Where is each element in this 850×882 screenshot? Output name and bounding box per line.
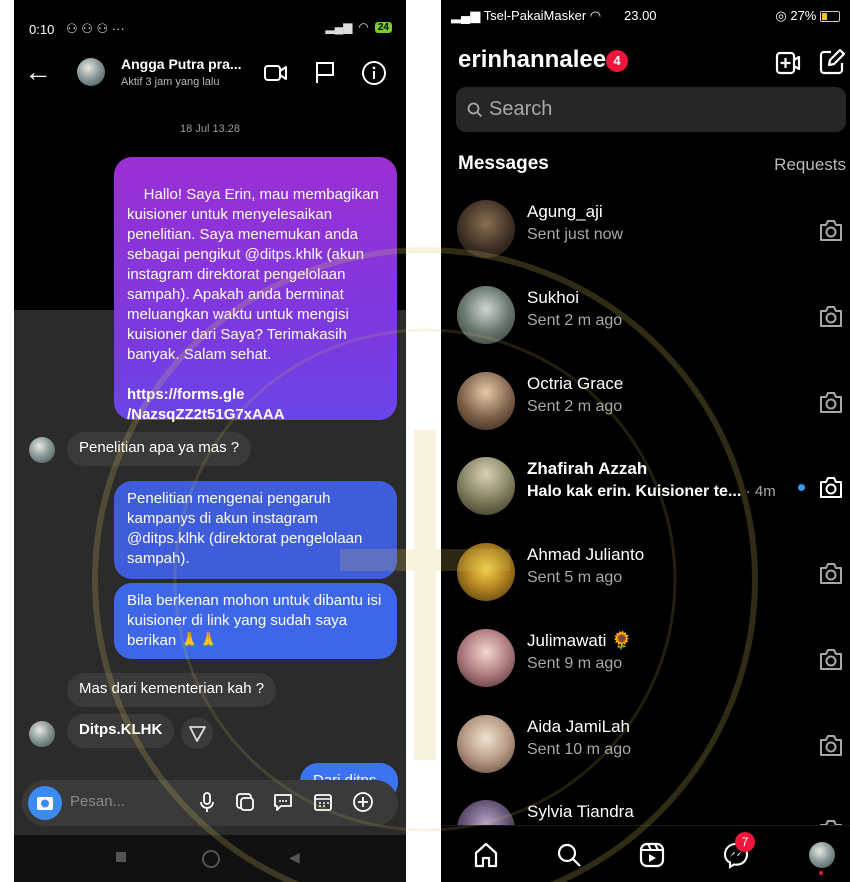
battery-indicator: 24: [374, 21, 392, 33]
video-chat-icon[interactable]: [774, 49, 802, 77]
thread-avatar[interactable]: [457, 543, 515, 601]
thread-row[interactable]: Aida JamiLah Sent 10 m ago: [441, 715, 850, 801]
status-bar: 0:10 ⚇ ⚇ ⚇ ··· ▂▄▆ ◠ 24: [14, 0, 406, 56]
status-time: 23.00: [624, 8, 657, 23]
status-time: 0:10: [29, 22, 55, 37]
shared-profile-bubble[interactable]: Ditps.KLHK: [67, 714, 175, 748]
status-right: ▂▄▆ ◠ 24: [325, 20, 392, 34]
received-message-bubble[interactable]: Penelitian apa ya mas ?: [67, 432, 252, 466]
android-nav-bar: ◀: [14, 835, 406, 882]
thread-avatar[interactable]: [457, 372, 515, 430]
thread-name: Sukhoi: [527, 288, 579, 307]
reels-icon[interactable]: [637, 840, 667, 870]
battery-indicator: ◎ 27%: [775, 8, 840, 24]
thread-camera-icon[interactable]: [817, 645, 845, 673]
date-stamp: 18 Jul 13.28: [180, 123, 240, 135]
profile-avatar-icon[interactable]: [809, 842, 835, 868]
thread-camera-icon[interactable]: [817, 559, 845, 587]
search-bar[interactable]: Search: [456, 87, 846, 132]
thread-name: Aida JamiLah: [527, 717, 631, 736]
requests-link[interactable]: Requests: [774, 155, 846, 175]
thread-preview: Sent just now: [527, 226, 624, 243]
add-icon[interactable]: [352, 791, 374, 813]
signal-icon: ▂▄▆: [325, 20, 353, 34]
message-text: Hallo! Saya Erin, mau membagikan kuision…: [127, 186, 383, 363]
calendar-icon[interactable]: [312, 791, 334, 813]
notification-icons: ⚇ ⚇ ⚇ ···: [66, 21, 125, 36]
thread-name: Zhafirah Azzah: [527, 459, 648, 478]
video-call-icon[interactable]: [263, 60, 289, 86]
back-button[interactable]: ◀: [289, 849, 300, 866]
thread-camera-icon[interactable]: [817, 731, 845, 759]
thread-row[interactable]: Julimawati 🌻 Sent 9 m ago: [441, 629, 850, 715]
thread-name: Sylvia Tiandra: [527, 802, 634, 821]
home-icon[interactable]: [471, 840, 501, 870]
thread-preview: Sent 10 m ago: [527, 741, 632, 758]
thread-row[interactable]: Zhafirah Azzah Halo kak erin. Kuisioner t…: [441, 457, 850, 543]
account-username[interactable]: erinhannalee: [458, 46, 606, 74]
unread-dot: [798, 484, 805, 491]
thread-camera-icon[interactable]: [817, 302, 845, 330]
compose-icon[interactable]: [818, 48, 846, 76]
thread-name: Ahmad Julianto: [527, 545, 645, 564]
home-button[interactable]: [202, 850, 220, 868]
thread-name: Agung_aji: [527, 202, 603, 221]
sent-message-bubble[interactable]: Bila berkenan mohon untuk dibantu isi ku…: [114, 583, 397, 659]
thread-avatar[interactable]: [457, 457, 515, 515]
received-message-bubble[interactable]: Mas dari kementerian kah ?: [67, 673, 277, 707]
thread-avatar[interactable]: [457, 200, 515, 258]
thread-row[interactable]: Agung_aji Sent just now: [441, 200, 850, 286]
thread-avatar[interactable]: [457, 629, 515, 687]
bottom-nav: 7: [441, 825, 850, 882]
thread-name: Octria Grace: [527, 374, 624, 393]
forward-icon[interactable]: [181, 717, 213, 749]
info-icon[interactable]: [361, 60, 387, 86]
thread-preview: Halo kak erin. Kuisioner te... · 4m: [527, 483, 776, 500]
recent-apps-button[interactable]: [116, 852, 126, 862]
contact-small-avatar: [29, 437, 55, 463]
contact-small-avatar: [29, 721, 55, 747]
message-input[interactable]: Pesan...: [70, 793, 125, 810]
status-bar: ▂▄▆ Tsel-PakaiMasker ◠ 23.00 ◎ 27%: [441, 0, 850, 30]
account-notification-badge: 4: [606, 50, 628, 72]
message-composer[interactable]: Pesan...: [22, 780, 398, 826]
thread-avatar[interactable]: [457, 715, 515, 773]
back-arrow-icon[interactable]: ←: [24, 58, 52, 86]
thread-preview: Sent 2 m ago: [527, 398, 623, 415]
sent-message-bubble[interactable]: Hallo! Saya Erin, mau membagikan kuision…: [114, 157, 397, 423]
search-nav-icon[interactable]: [554, 840, 584, 870]
search-icon: [467, 102, 483, 118]
thread-preview: Sent 9 m ago: [527, 655, 623, 672]
sticker-icon[interactable]: [272, 791, 294, 813]
thread-camera-icon[interactable]: [817, 216, 845, 244]
wifi-icon: ◠: [358, 20, 369, 34]
search-input[interactable]: Search: [489, 98, 552, 121]
contact-active-status: Aktif 3 jam yang lalu: [121, 76, 220, 88]
thread-avatar[interactable]: [457, 286, 515, 344]
sent-message-bubble[interactable]: Penelitian mengenai pengaruh kampanys di…: [114, 481, 397, 579]
profile-activity-dot: [819, 871, 823, 875]
thread-row[interactable]: Octria Grace Sent 2 m ago: [441, 372, 850, 458]
message-link[interactable]: https://forms.gle /NazsqZZ2t51G7xAAA: [127, 386, 285, 423]
thread-time: · 4m: [745, 483, 776, 500]
thread-row[interactable]: Sukhoi Sent 2 m ago: [441, 286, 850, 372]
thread-camera-icon[interactable]: [817, 388, 845, 416]
thread-preview: Sent 5 m ago: [527, 569, 623, 586]
contact-avatar[interactable]: [77, 58, 105, 86]
carrier-label: ▂▄▆ Tsel-PakaiMasker ◠: [451, 8, 602, 23]
chat-screen: 0:10 ⚇ ⚇ ⚇ ··· ▂▄▆ ◠ 24 ← Angga Putra pr…: [14, 0, 406, 882]
camera-icon[interactable]: [28, 786, 62, 820]
thread-name: Julimawati 🌻: [527, 631, 633, 650]
thread-row[interactable]: Ahmad Julianto Sent 5 m ago: [441, 543, 850, 629]
thread-camera-icon[interactable]: [817, 473, 845, 501]
thread-preview: Sent 2 m ago: [527, 312, 623, 329]
microphone-icon[interactable]: [196, 791, 218, 813]
chat-header: ← Angga Putra pra... Aktif 3 jam yang la…: [14, 52, 406, 98]
inbox-screen: ▂▄▆ Tsel-PakaiMasker ◠ 23.00 ◎ 27% erinh…: [441, 0, 850, 882]
messenger-badge: 7: [735, 832, 755, 852]
report-flag-icon[interactable]: [312, 60, 338, 86]
contact-name[interactable]: Angga Putra pra...: [121, 56, 242, 72]
messages-heading: Messages: [458, 153, 549, 174]
gallery-icon[interactable]: [234, 791, 256, 813]
